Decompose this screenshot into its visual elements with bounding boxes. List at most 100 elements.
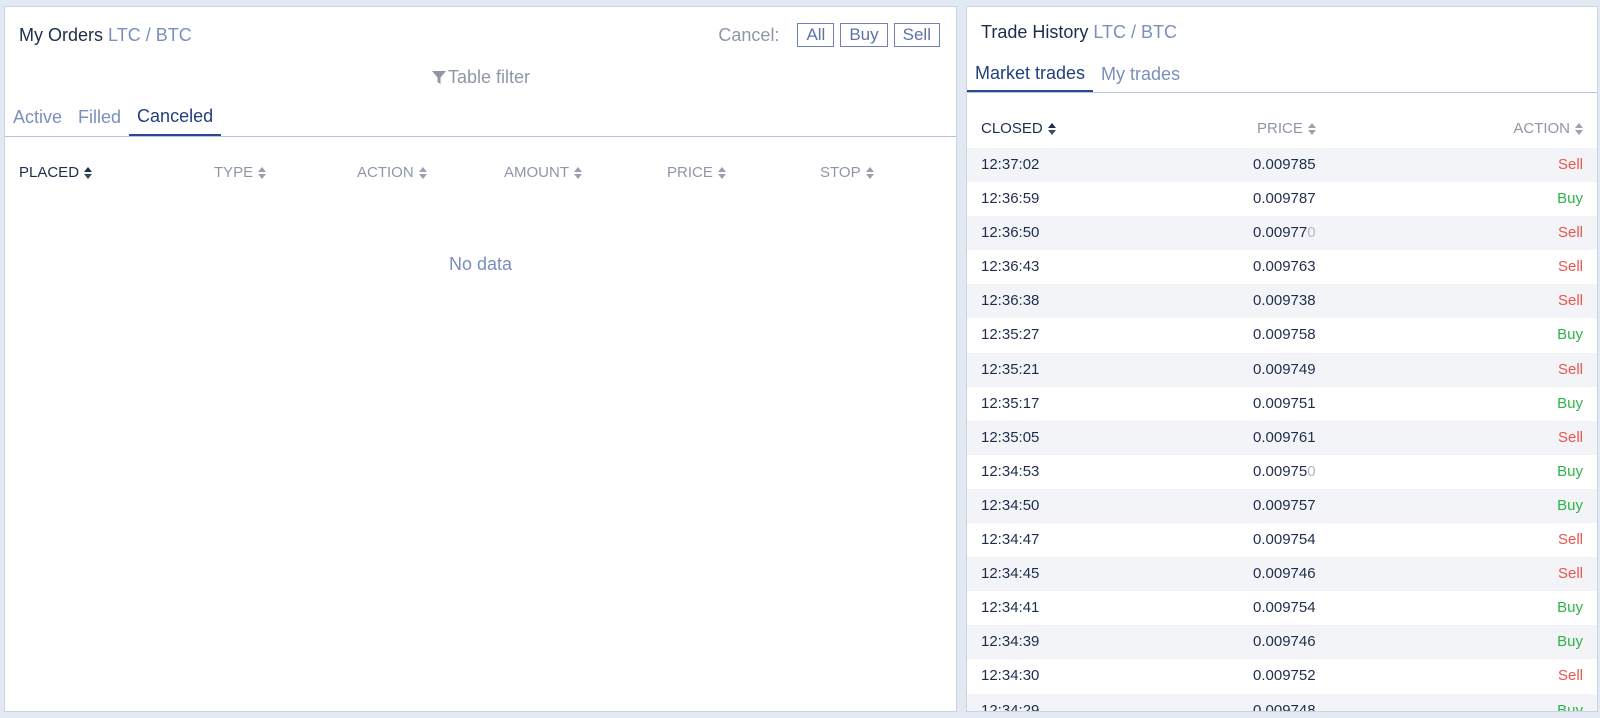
orders-column-label: STOP bbox=[820, 164, 861, 181]
orders-tab-filled[interactable]: Filled bbox=[70, 99, 129, 136]
sort-icon bbox=[1575, 122, 1583, 135]
trade-row: 12:35:17 0.009751 Buy bbox=[967, 387, 1597, 421]
trade-closed-time: 12:34:45 bbox=[981, 565, 1040, 583]
orders-column-amount[interactable]: AMOUNT bbox=[504, 164, 582, 181]
trade-price-value: 0.009754 bbox=[1253, 599, 1316, 617]
trade-price-value: 0.009751 bbox=[1253, 394, 1316, 412]
trade-row: 12:34:50 0.009757 Buy bbox=[967, 488, 1597, 524]
trade-action: Sell bbox=[1557, 531, 1583, 549]
my-orders-pair: LTC / BTC bbox=[108, 25, 192, 45]
trade-closed-time: 12:34:41 bbox=[981, 599, 1040, 617]
my-orders-panel: My Orders LTC / BTC Cancel: All Buy Sell… bbox=[4, 6, 957, 712]
trade-price: 0.009770 bbox=[1253, 216, 1316, 250]
trade-price-value: 0.009763 bbox=[1253, 258, 1316, 276]
trade-history-title-text: Trade History bbox=[981, 22, 1089, 42]
trade-closed-time: 12:35:17 bbox=[981, 394, 1040, 412]
trade-closed-time: 12:36:43 bbox=[981, 258, 1040, 276]
orders-column-label: PLACED bbox=[19, 164, 80, 181]
trade-history-panel: Trade History LTC / BTC Market trades My … bbox=[966, 6, 1598, 712]
trade-row: 12:36:38 0.009738 Sell bbox=[967, 284, 1597, 319]
trade-action: Buy bbox=[1557, 190, 1583, 208]
trade-price-value: 0.009748 bbox=[1253, 701, 1316, 712]
trade-price: 0.009754 bbox=[1253, 523, 1316, 557]
cancel-label: Cancel: bbox=[718, 24, 780, 45]
trade-price-value: 0.00977 bbox=[1253, 224, 1308, 242]
orders-tab-canceled[interactable]: Canceled bbox=[129, 99, 222, 136]
trade-price-value: 0.00975 bbox=[1253, 462, 1308, 480]
trade-closed-time: 12:36:38 bbox=[981, 292, 1040, 310]
trade-price-trailing-zero: 0 bbox=[1307, 224, 1316, 242]
trade-price-trailing-zero: 0 bbox=[1307, 462, 1316, 480]
trade-price: 0.009738 bbox=[1253, 284, 1316, 318]
trade-price: 0.009746 bbox=[1253, 557, 1316, 591]
orders-column-placed[interactable]: PLACED bbox=[19, 164, 93, 181]
trade-row: 12:36:59 0.009787 Buy bbox=[967, 182, 1597, 216]
trade-closed-time: 12:35:27 bbox=[981, 326, 1040, 344]
trade-action: Sell bbox=[1557, 292, 1583, 310]
trade-price-value: 0.009758 bbox=[1253, 326, 1316, 344]
sort-icon bbox=[84, 166, 93, 179]
trade-closed-time: 12:34:53 bbox=[981, 462, 1040, 480]
trade-history-pair: LTC / BTC bbox=[1093, 22, 1178, 42]
trade-action: Sell bbox=[1557, 224, 1583, 242]
trade-action: Buy bbox=[1557, 599, 1583, 617]
sort-icon bbox=[418, 166, 427, 179]
cancel-all-button[interactable]: All bbox=[797, 23, 835, 47]
sort-icon bbox=[865, 166, 874, 179]
history-tab-market-trades[interactable]: Market trades bbox=[967, 57, 1094, 92]
sort-icon bbox=[574, 166, 582, 179]
trade-row: 12:37:02 0.009785 Sell bbox=[967, 148, 1597, 183]
trade-action: Buy bbox=[1557, 462, 1583, 480]
trades-column-price[interactable]: PRICE bbox=[1257, 120, 1316, 137]
trade-price: 0.009754 bbox=[1253, 591, 1316, 625]
trade-closed-time: 12:36:50 bbox=[981, 224, 1040, 242]
trade-action: Buy bbox=[1557, 496, 1583, 514]
orders-column-label: PRICE bbox=[667, 164, 713, 181]
trade-price-value: 0.009761 bbox=[1253, 428, 1316, 446]
orders-column-stop[interactable]: STOP bbox=[820, 164, 874, 181]
orders-column-price[interactable]: PRICE bbox=[667, 164, 726, 181]
sort-icon bbox=[258, 166, 267, 179]
trades-column-closed[interactable]: CLOSED bbox=[981, 120, 1056, 137]
no-data-message: No data bbox=[448, 254, 513, 274]
trade-price-value: 0.009752 bbox=[1253, 667, 1316, 685]
sort-icon bbox=[1047, 122, 1056, 135]
trade-action: Sell bbox=[1557, 428, 1583, 446]
trade-price-value: 0.009785 bbox=[1253, 156, 1316, 173]
trade-closed-time: 12:34:29 bbox=[981, 701, 1040, 712]
trades-column-label: ACTION bbox=[1513, 120, 1570, 137]
trade-action: Sell bbox=[1557, 258, 1583, 276]
cancel-buy-button[interactable]: Buy bbox=[840, 23, 888, 47]
my-orders-title: My Orders LTC / BTC bbox=[19, 25, 192, 46]
trade-price: 0.009787 bbox=[1253, 182, 1316, 216]
trade-price-value: 0.009749 bbox=[1253, 360, 1316, 378]
trade-action: Buy bbox=[1557, 633, 1583, 651]
orders-column-label: ACTION bbox=[357, 164, 414, 181]
trade-price-value: 0.009746 bbox=[1253, 565, 1316, 583]
table-filter[interactable]: Table filter bbox=[5, 67, 956, 88]
filter-icon bbox=[431, 71, 446, 84]
trade-closed-time: 12:36:59 bbox=[981, 190, 1040, 208]
orders-column-label: AMOUNT bbox=[504, 164, 569, 181]
trade-action: Sell bbox=[1557, 667, 1583, 685]
orders-tab-active[interactable]: Active bbox=[5, 99, 70, 136]
trade-price-value: 0.009738 bbox=[1253, 292, 1316, 310]
trade-price: 0.009750 bbox=[1253, 455, 1316, 489]
cancel-sell-button[interactable]: Sell bbox=[893, 23, 940, 47]
trade-closed-time: 12:34:47 bbox=[981, 531, 1040, 549]
orders-column-type[interactable]: TYPE bbox=[214, 164, 267, 181]
trade-action: Sell bbox=[1557, 156, 1583, 173]
trade-row: 12:34:45 0.009746 Sell bbox=[967, 557, 1597, 592]
trade-action: Buy bbox=[1557, 701, 1583, 712]
history-tab-my-trades[interactable]: My trades bbox=[1093, 57, 1188, 92]
trade-closed-time: 12:35:05 bbox=[981, 428, 1040, 446]
trades-column-action[interactable]: ACTION bbox=[1513, 120, 1583, 137]
trade-price-value: 0.009757 bbox=[1253, 496, 1316, 514]
trade-row: 12:34:39 0.009746 Buy bbox=[967, 625, 1597, 660]
trade-price-value: 0.009754 bbox=[1253, 531, 1316, 549]
trade-price: 0.009761 bbox=[1253, 421, 1316, 455]
orders-column-action[interactable]: ACTION bbox=[357, 164, 427, 181]
trade-row: 12:34:47 0.009754 Sell bbox=[967, 523, 1597, 557]
trade-row: 12:34:41 0.009754 Buy bbox=[967, 591, 1597, 625]
sort-icon bbox=[1307, 122, 1316, 135]
